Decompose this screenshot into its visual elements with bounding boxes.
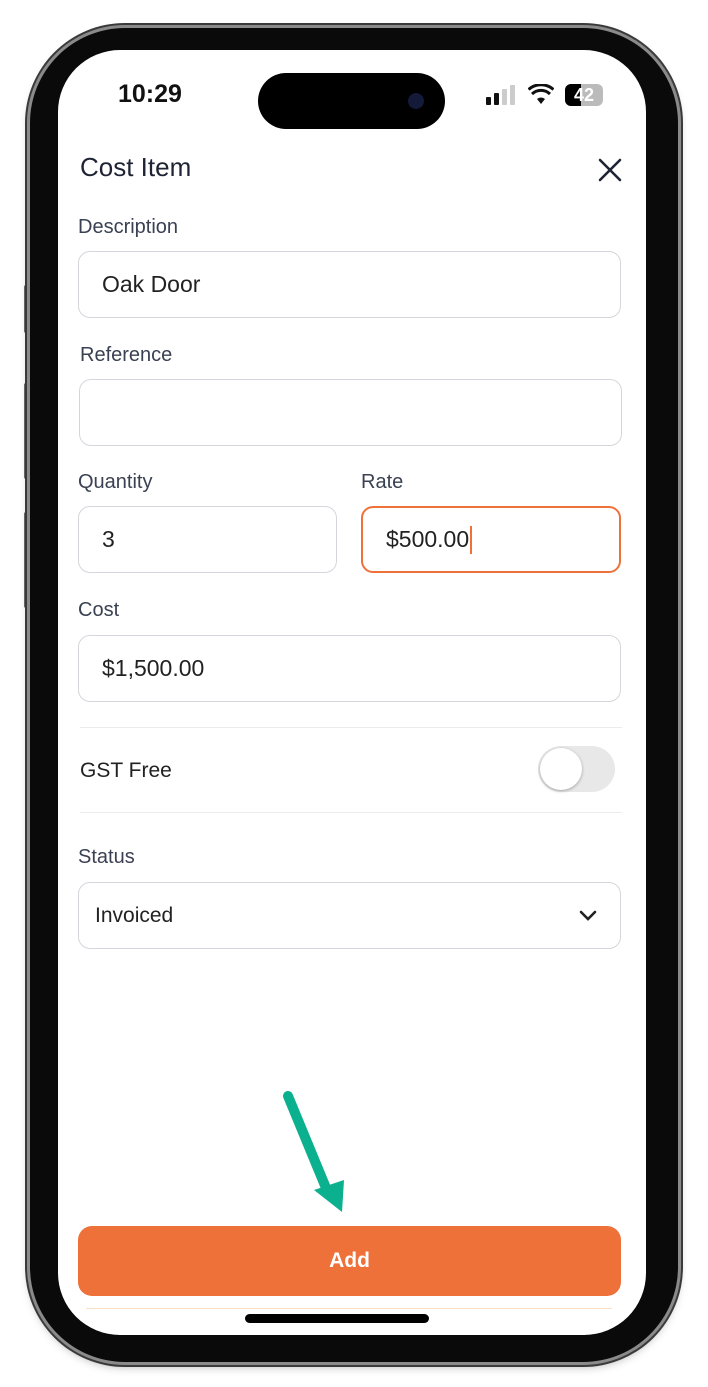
annotation-arrow-icon	[283, 1091, 344, 1212]
toggle-knob	[540, 748, 582, 790]
divider	[80, 812, 622, 813]
gst-free-toggle[interactable]	[538, 746, 615, 792]
reference-label: Reference	[80, 344, 173, 366]
page-title: Cost Item	[80, 152, 192, 182]
gst-free-label: GST Free	[80, 759, 172, 782]
description-value: Oak Door	[102, 271, 201, 297]
divider	[86, 1308, 612, 1309]
rate-value: $500.00	[386, 526, 470, 552]
battery-icon: 42	[565, 84, 603, 106]
quantity-input[interactable]: 3	[78, 506, 337, 573]
screen: 10:29 42 Cost Item Description Oak Door …	[58, 50, 646, 1335]
close-icon[interactable]	[596, 156, 624, 184]
description-label: Description	[78, 216, 179, 238]
reference-input[interactable]	[79, 379, 622, 446]
status-time: 10:29	[118, 80, 182, 108]
wifi-icon	[528, 84, 554, 104]
status-select[interactable]: Invoiced	[78, 882, 621, 949]
add-button-label: Add	[329, 1249, 370, 1272]
status-value: Invoiced	[95, 903, 174, 927]
status-label: Status	[78, 846, 135, 868]
add-button[interactable]: Add	[78, 1226, 621, 1296]
quantity-label: Quantity	[78, 471, 153, 493]
text-cursor	[470, 525, 473, 554]
dynamic-island	[258, 73, 445, 129]
cost-label: Cost	[78, 599, 120, 621]
power-button	[678, 455, 683, 605]
quantity-value: 3	[102, 526, 115, 552]
chevron-down-icon	[579, 910, 597, 921]
signal-icon	[486, 85, 515, 105]
cost-value: $1,500.00	[102, 655, 205, 681]
rate-input[interactable]: $500.00	[361, 506, 621, 573]
cost-input[interactable]: $1,500.00	[78, 635, 621, 702]
camera-icon	[408, 93, 424, 109]
divider	[80, 727, 622, 728]
battery-level: 42	[573, 85, 595, 105]
volume-up-button	[24, 383, 29, 479]
rate-label: Rate	[361, 471, 404, 493]
home-indicator[interactable]	[245, 1314, 429, 1323]
description-input[interactable]: Oak Door	[78, 251, 621, 318]
action-button	[24, 285, 29, 333]
volume-down-button	[24, 512, 29, 608]
